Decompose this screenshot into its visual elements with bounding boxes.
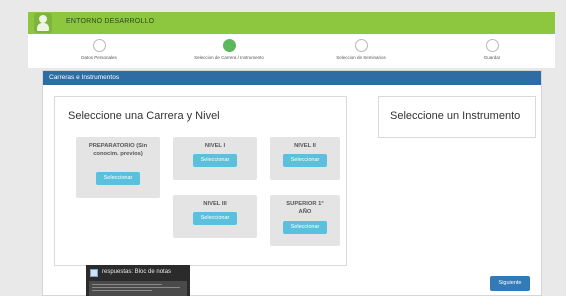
select-preparatorio-button[interactable]: Seleccionar [96,172,140,185]
top-bar: ENTORNO DESARROLLO [28,12,555,34]
next-button[interactable]: Siguiente [490,276,530,291]
notepad-thumbnail [89,281,187,296]
notepad-title: respuestas: Bloc de notas [102,269,172,275]
notepad-preview[interactable]: respuestas: Bloc de notas [86,265,190,296]
career-card-title: NIVEL II [294,143,316,149]
career-card-preparatorio: PREPARATORIO (Sin conocim. previos) Sele… [76,137,160,198]
career-level-box: Seleccione una Carrera y Nivel PREPARATO… [54,96,347,266]
step-seminarios[interactable]: Seleccion de Seminarios [291,39,431,60]
career-card-title: PREPARATORIO (Sin conocim. previos) [88,143,148,157]
step-circle-icon [92,39,106,52]
select-superior-1-button[interactable]: Seleccionar [283,221,327,234]
career-card-title: NIVEL I [204,143,226,149]
instrument-box: Seleccione un Instrumento [378,96,536,138]
step-label: Datos Personales [81,55,117,60]
select-nivel-1-button[interactable]: Seleccionar [193,154,237,167]
career-card-nivel-2: NIVEL II Seleccionar [270,137,340,180]
step-label: Guardar [483,55,501,60]
select-nivel-2-button[interactable]: Seleccionar [283,154,327,167]
wizard-steps: Datos Personales Seleccion de Carrera / … [28,34,555,68]
panel-header: Carreras e Instrumentos [43,71,541,85]
select-nivel-3-button[interactable]: Seleccionar [193,212,237,225]
step-circle-icon [485,39,499,52]
step-carrera-instrumento[interactable]: Seleccion de Carrera / Instrumento [159,39,299,60]
notepad-icon [90,269,98,277]
step-circle-icon [354,39,368,52]
step-datos-personales[interactable]: Datos Personales [29,39,169,60]
user-logo-icon [34,13,52,33]
career-card-nivel-3: NIVEL III Seleccionar [173,195,257,238]
career-card-nivel-1: NIVEL I Seleccionar [173,137,257,180]
career-card-superior-1: SUPERIOR 1° AÑO Seleccionar [270,195,340,246]
step-circle-active-icon [222,39,236,52]
career-card-title: NIVEL III [203,201,227,207]
career-section-title: Seleccione una Carrera y Nivel [68,110,220,122]
step-guardar[interactable]: Guardar [422,39,562,60]
step-label: Seleccion de Carrera / Instrumento [194,55,264,60]
career-card-title: SUPERIOR 1° AÑO [286,201,324,215]
environment-title: ENTORNO DESARROLLO [66,18,155,25]
step-label: Seleccion de Seminarios [336,55,386,60]
instrument-section-title: Seleccione un Instrumento [390,110,521,122]
